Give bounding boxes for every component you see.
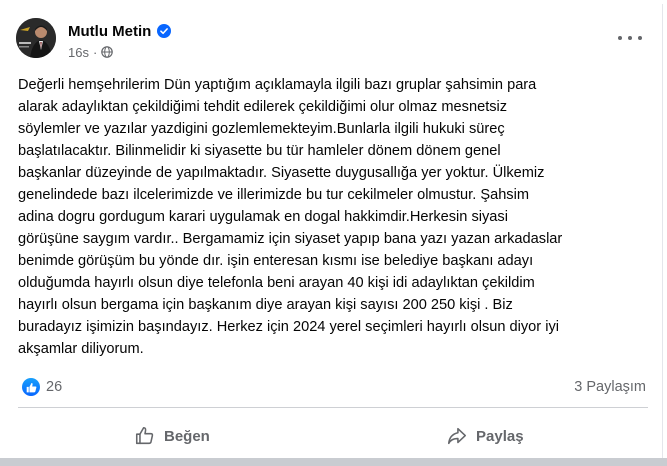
post-text: Değerli hemşehrilerim Dün yaptığım açıkl… bbox=[18, 77, 563, 357]
more-dot bbox=[618, 36, 622, 40]
avatar[interactable] bbox=[16, 18, 56, 58]
post-meta: 16s · bbox=[68, 44, 114, 60]
share-button[interactable]: Paylaş bbox=[446, 418, 524, 454]
author-name[interactable]: Mutlu Metin bbox=[68, 23, 151, 40]
like-button[interactable]: Beğen bbox=[134, 418, 210, 454]
feed-separator bbox=[0, 458, 667, 466]
avatar-photo bbox=[16, 18, 56, 58]
share-count[interactable]: 3 Paylaşım bbox=[574, 379, 646, 395]
share-label: Paylaş bbox=[476, 427, 524, 445]
more-dot bbox=[638, 36, 642, 40]
more-dot bbox=[628, 36, 632, 40]
post-timestamp[interactable]: 16s bbox=[68, 45, 89, 60]
post-card: Mutlu Metin 16s · Değerli hemşehrilerim … bbox=[4, 4, 663, 458]
thumbs-up-icon bbox=[135, 426, 154, 445]
author-row: Mutlu Metin bbox=[68, 21, 172, 41]
like-reaction-icon[interactable] bbox=[22, 378, 40, 396]
globe-icon bbox=[101, 46, 114, 58]
like-label: Beğen bbox=[164, 427, 210, 445]
share-arrow-icon bbox=[447, 427, 467, 445]
meta-separator: · bbox=[92, 44, 98, 60]
more-options-button[interactable] bbox=[618, 30, 642, 46]
thumbs-up-icon bbox=[26, 382, 36, 392]
reaction-count[interactable]: 26 bbox=[46, 379, 62, 395]
verified-badge-icon bbox=[157, 24, 172, 38]
divider bbox=[18, 407, 648, 408]
